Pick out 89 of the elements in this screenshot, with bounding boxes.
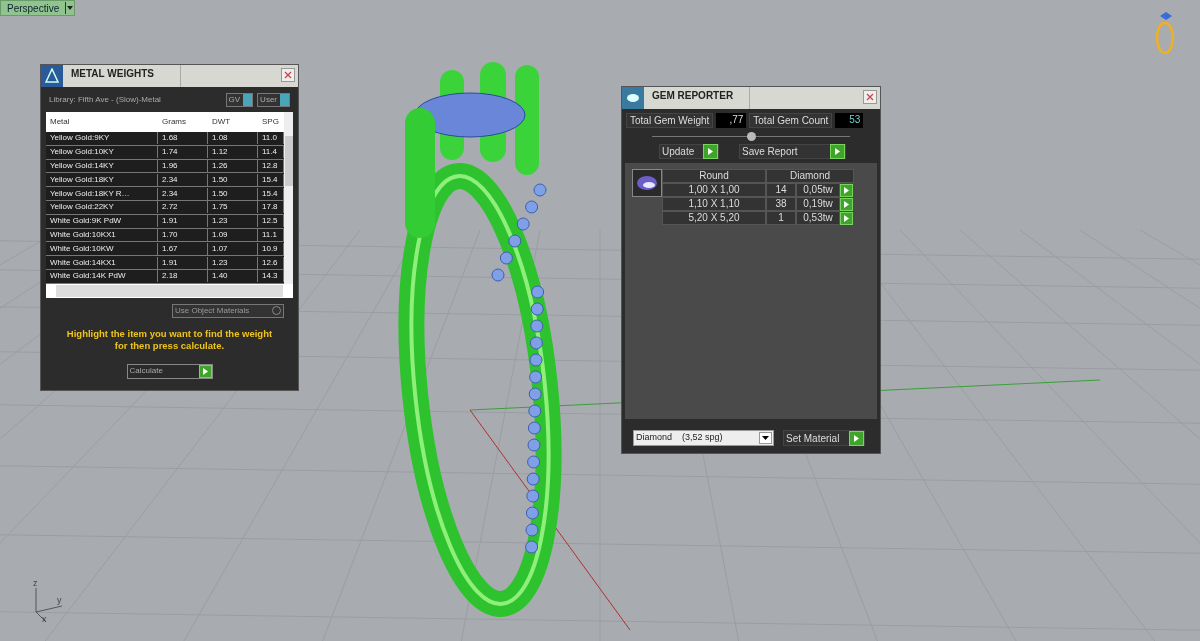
total-gem-weight-value: ,77 <box>716 113 747 128</box>
report-button[interactable]: Update <box>659 144 719 159</box>
gem-count-cell: 14 <box>766 183 796 197</box>
table-cell: 1.68 <box>158 132 208 145</box>
play-icon <box>840 197 853 211</box>
calculate-button[interactable]: Calculate <box>126 363 213 379</box>
table-cell: White Gold:10KX1 <box>46 228 158 241</box>
horizontal-scrollbar[interactable] <box>56 284 283 297</box>
gem-weight-cell: 0,19tw <box>796 197 840 211</box>
axis-label: z <box>33 578 38 588</box>
table-cell: 1.67 <box>158 242 208 255</box>
total-gem-weight-label: Total Gem Weight <box>626 113 714 128</box>
vertical-scrollbar[interactable] <box>284 112 293 284</box>
use-object-materials-button[interactable]: Use Object Materials <box>172 303 284 318</box>
table-cell: Yellow Gold:14KY <box>46 160 158 172</box>
dropdown-caret-icon[interactable] <box>65 2 75 14</box>
column-header[interactable]: Grams <box>158 116 208 128</box>
table-cell: White Gold:10KW <box>46 242 158 255</box>
table-cell: 1.40 <box>208 270 258 283</box>
column-header[interactable]: DWT <box>208 116 258 128</box>
metal-row[interactable]: White Gold:14KX1 1.91 1.23 12.6 <box>46 256 284 270</box>
toggle-button[interactable]: User <box>257 93 290 107</box>
play-icon <box>830 144 845 159</box>
column-header[interactable]: SPG <box>258 116 284 128</box>
report-button[interactable]: Save Report <box>739 144 846 159</box>
play-icon <box>840 183 853 197</box>
gem-size-cell: 1,10 X 1,10 <box>662 197 766 211</box>
dropdown-caret-icon <box>759 432 772 444</box>
metal-row[interactable]: Yellow Gold:18KY 2.34 1.50 15.4 <box>46 173 284 188</box>
table-cell: 1.23 <box>208 256 258 269</box>
total-gem-count-value: 53 <box>835 113 864 128</box>
table-cell: 1.50 <box>208 173 258 186</box>
close-button[interactable] <box>863 90 877 104</box>
table-cell: 1.91 <box>158 256 208 269</box>
gem-size-cell: 1,00 X 1,00 <box>662 183 766 197</box>
metal-row[interactable]: White Gold:10KW 1.67 1.07 10.9 <box>46 242 284 257</box>
gem-weight-cell: 0,53tw <box>796 211 840 225</box>
table-cell: 1.26 <box>208 160 258 172</box>
table-cell: Yellow Gold:9KY <box>46 132 158 145</box>
table-cell: 1.70 <box>158 228 208 241</box>
panel-logo-icon <box>41 65 63 87</box>
table-cell: Yellow Gold:22KY <box>46 201 158 214</box>
table-cell: Yellow Gold:18KY <box>46 173 158 186</box>
metal-row[interactable]: Yellow Gold:18KY R… 2.34 1.50 15.4 <box>46 187 284 201</box>
material-header: Diamond <box>766 169 854 183</box>
table-cell: 1.50 <box>208 187 258 200</box>
table-cell: 1.96 <box>158 160 208 172</box>
total-gem-count-label: Total Gem Count <box>749 113 833 128</box>
material-dropdown[interactable]: Diamond (3,52 spg) <box>633 430 774 446</box>
gem-count-cell: 38 <box>766 197 796 211</box>
table-cell: White Gold:9K PdW <box>46 215 158 228</box>
table-cell: 1.09 <box>208 228 258 241</box>
toggle-button[interactable]: GV <box>225 93 254 107</box>
table-cell: White Gold:14K PdW <box>46 270 158 283</box>
table-cell: 1.74 <box>158 146 208 159</box>
play-icon <box>849 430 864 446</box>
table-cell: 2.18 <box>158 270 208 283</box>
table-cell: Yellow Gold:18KY R… <box>46 187 158 200</box>
play-icon <box>703 144 718 159</box>
gem-weight-cell: 0,05tw <box>796 183 840 197</box>
axis-label: x <box>42 614 47 624</box>
table-cell: 2.34 <box>158 187 208 200</box>
table-cell: 1.12 <box>208 146 258 159</box>
metal-row[interactable]: Yellow Gold:9KY 1.68 1.08 11.0 <box>46 132 284 146</box>
table-cell: 1.07 <box>208 242 258 255</box>
set-material-button[interactable]: Set Material <box>783 430 865 446</box>
table-cell: 1.91 <box>158 215 208 228</box>
table-cell: 1.75 <box>208 201 258 214</box>
gem-count-cell: 1 <box>766 211 796 225</box>
table-cell: White Gold:14KX1 <box>46 256 158 269</box>
play-icon <box>840 211 853 225</box>
play-icon <box>198 364 212 378</box>
panel-title: METAL WEIGHTS <box>63 65 181 87</box>
gem-size-cell: 5,20 X 5,20 <box>662 211 766 225</box>
table-cell: 2.72 <box>158 201 208 214</box>
instruction-text: Highlight the item you want to find the weight for then press calculate. <box>65 327 274 352</box>
panel-logo-icon <box>622 87 644 109</box>
collapse-handle-icon[interactable] <box>746 132 756 141</box>
axis-label: y <box>57 595 62 605</box>
panel-title: GEM REPORTER <box>644 87 750 109</box>
library-label: Library: Fifth Ave - (Slow)-Metal <box>49 94 161 106</box>
round-gem-icon <box>632 169 662 197</box>
table-cell: 1.23 <box>208 215 258 228</box>
column-header[interactable]: Metal <box>46 116 158 128</box>
close-button[interactable] <box>281 68 295 82</box>
table-cell: 1.08 <box>208 132 258 145</box>
shape-header: Round <box>662 169 766 183</box>
table-cell: Yellow Gold:10KY <box>46 146 158 159</box>
table-cell: 2.34 <box>158 173 208 186</box>
